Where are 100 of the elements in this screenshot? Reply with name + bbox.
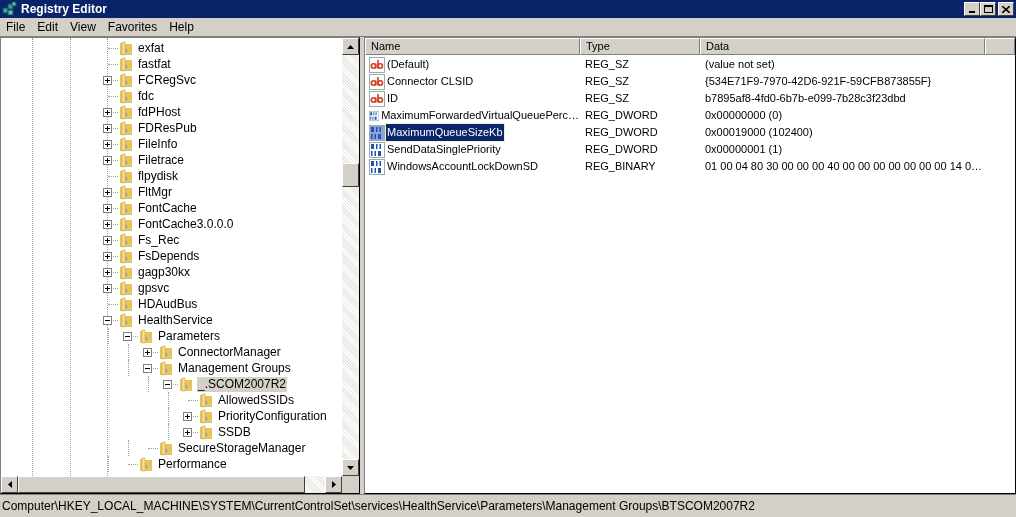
plus-icon (105, 125, 110, 131)
value-data: {534E71F9-7970-42D6-921F-59CFB873855F} (705, 75, 932, 88)
folder-icon (198, 408, 214, 424)
tree-item[interactable]: FltMgr (137, 184, 173, 200)
tree-item[interactable]: FileInfo (137, 136, 179, 152)
close-icon (1002, 5, 1010, 13)
tree-item[interactable]: SSDB (217, 424, 252, 440)
value-type: REG_DWORD (585, 109, 658, 122)
value-data: 0x00000001 (1) (705, 143, 783, 156)
horizontal-scrollbar[interactable] (1, 476, 342, 493)
folder-icon (118, 104, 134, 120)
scroll-up-arrow-icon (347, 44, 354, 49)
tree-item[interactable]: fastfat (137, 56, 172, 72)
value-name[interactable]: MaximumForwardedVirtualQueuePerc… (380, 107, 580, 124)
tree-item[interactable]: Management Groups (177, 360, 292, 376)
tree-item[interactable]: fdc (137, 88, 155, 104)
scroll-up-button[interactable] (342, 38, 359, 55)
value-name[interactable]: (Default) (386, 56, 431, 73)
folder-icon (158, 360, 174, 376)
tree-item[interactable]: _.SCOM2007R2 (197, 376, 288, 392)
value-type: REG_SZ (585, 75, 629, 88)
collapse-toggle[interactable] (103, 315, 112, 325)
tree-item[interactable]: PriorityConfiguration (217, 408, 328, 424)
tree-item[interactable]: fdPHost (137, 104, 182, 120)
folder-icon (118, 136, 134, 152)
tree-item[interactable]: FCRegSvc (137, 72, 197, 88)
collapse-toggle[interactable] (123, 331, 132, 341)
value-name[interactable]: SendDataSinglePriority (386, 141, 502, 158)
vertical-scrollbar[interactable] (342, 38, 359, 476)
value-name[interactable]: WindowsAccountLockDownSD (386, 158, 539, 175)
tree-item[interactable]: Performance (157, 456, 228, 472)
tree-item[interactable]: ConnectorManager (177, 344, 282, 360)
expand-toggle[interactable] (103, 235, 112, 245)
expand-toggle[interactable] (103, 251, 112, 261)
expand-toggle[interactable] (103, 123, 112, 133)
folder-icon (138, 456, 154, 472)
menu-item[interactable]: File (0, 18, 32, 36)
tree-item[interactable]: FontCache (137, 200, 198, 216)
expand-toggle[interactable] (143, 347, 152, 357)
tree-item[interactable]: Fs_Rec (137, 232, 181, 248)
value-data: 0x00019000 (102400) (705, 126, 813, 139)
menu-item[interactable]: Help (163, 18, 200, 36)
tree-item[interactable]: flpydisk (137, 168, 179, 184)
tree-item[interactable]: FDResPub (137, 120, 198, 136)
expand-toggle[interactable] (183, 427, 192, 437)
expand-toggle[interactable] (103, 267, 112, 277)
folder-icon (118, 312, 134, 328)
folder-icon (118, 200, 134, 216)
collapse-toggle[interactable] (143, 363, 152, 373)
plus-icon (145, 349, 150, 355)
scroll-thumb[interactable] (342, 163, 359, 187)
expand-toggle[interactable] (103, 203, 112, 213)
tree-item[interactable]: HealthService (137, 312, 214, 328)
folder-icon (178, 376, 194, 392)
maximize-icon (983, 5, 993, 13)
expand-toggle[interactable] (103, 155, 112, 165)
expand-toggle[interactable] (103, 75, 112, 85)
tree-item[interactable]: FsDepends (137, 248, 201, 264)
maximize-button[interactable] (980, 2, 996, 16)
tree-item[interactable]: gagp30kx (137, 264, 192, 280)
close-button[interactable] (998, 2, 1014, 16)
tree-item[interactable]: gpsvc (137, 280, 171, 296)
plus-icon (185, 413, 190, 419)
column-header[interactable]: Type (580, 38, 700, 55)
value-data: (value not set) (705, 58, 775, 71)
folder-icon (118, 232, 134, 248)
tree-item[interactable]: FontCache3.0.0.0 (137, 216, 235, 232)
collapse-toggle[interactable] (163, 379, 172, 389)
value-name[interactable]: MaximumQueueSizeKb (386, 124, 504, 141)
tree-item[interactable]: AllowedSSIDs (217, 392, 296, 408)
folder-icon (138, 328, 154, 344)
expand-toggle[interactable] (103, 187, 112, 197)
tree-item[interactable]: HDAudBus (137, 296, 199, 312)
expand-toggle[interactable] (103, 219, 112, 229)
column-header[interactable]: Name (365, 38, 580, 55)
value-name[interactable]: ID (386, 90, 399, 107)
plus-icon (105, 205, 110, 211)
expand-toggle[interactable] (103, 139, 112, 149)
expand-toggle[interactable] (183, 411, 192, 421)
menu-item[interactable]: Edit (31, 18, 65, 36)
scroll-left-button[interactable] (1, 476, 18, 493)
tree-item[interactable]: exfat (137, 40, 165, 56)
tree-item[interactable]: Parameters (157, 328, 222, 344)
scroll-down-button[interactable] (342, 459, 359, 476)
plus-icon (105, 269, 110, 275)
minimize-button[interactable] (964, 2, 980, 16)
column-header[interactable]: Data (700, 38, 985, 55)
menu-item[interactable]: Favorites (101, 18, 164, 36)
minus-icon (145, 365, 150, 371)
tree-item[interactable]: Filetrace (137, 152, 185, 168)
value-name[interactable]: Connector CLSID (386, 73, 475, 90)
value-type: REG_DWORD (585, 126, 658, 139)
status-bar-path: Computer\HKEY_LOCAL_MACHINE\SYSTEM\CurrentControlSet\services\HealthService\Parameters\Management Groups\BTSCOM2007R2 (2, 498, 755, 515)
expand-toggle[interactable] (103, 107, 112, 117)
tree-item[interactable]: SecureStorageManager (177, 440, 307, 456)
folder-icon (118, 216, 134, 232)
scroll-thumb[interactable] (18, 476, 305, 493)
menu-item[interactable]: View (64, 18, 102, 36)
expand-toggle[interactable] (103, 283, 112, 293)
scroll-right-button[interactable] (325, 476, 342, 493)
